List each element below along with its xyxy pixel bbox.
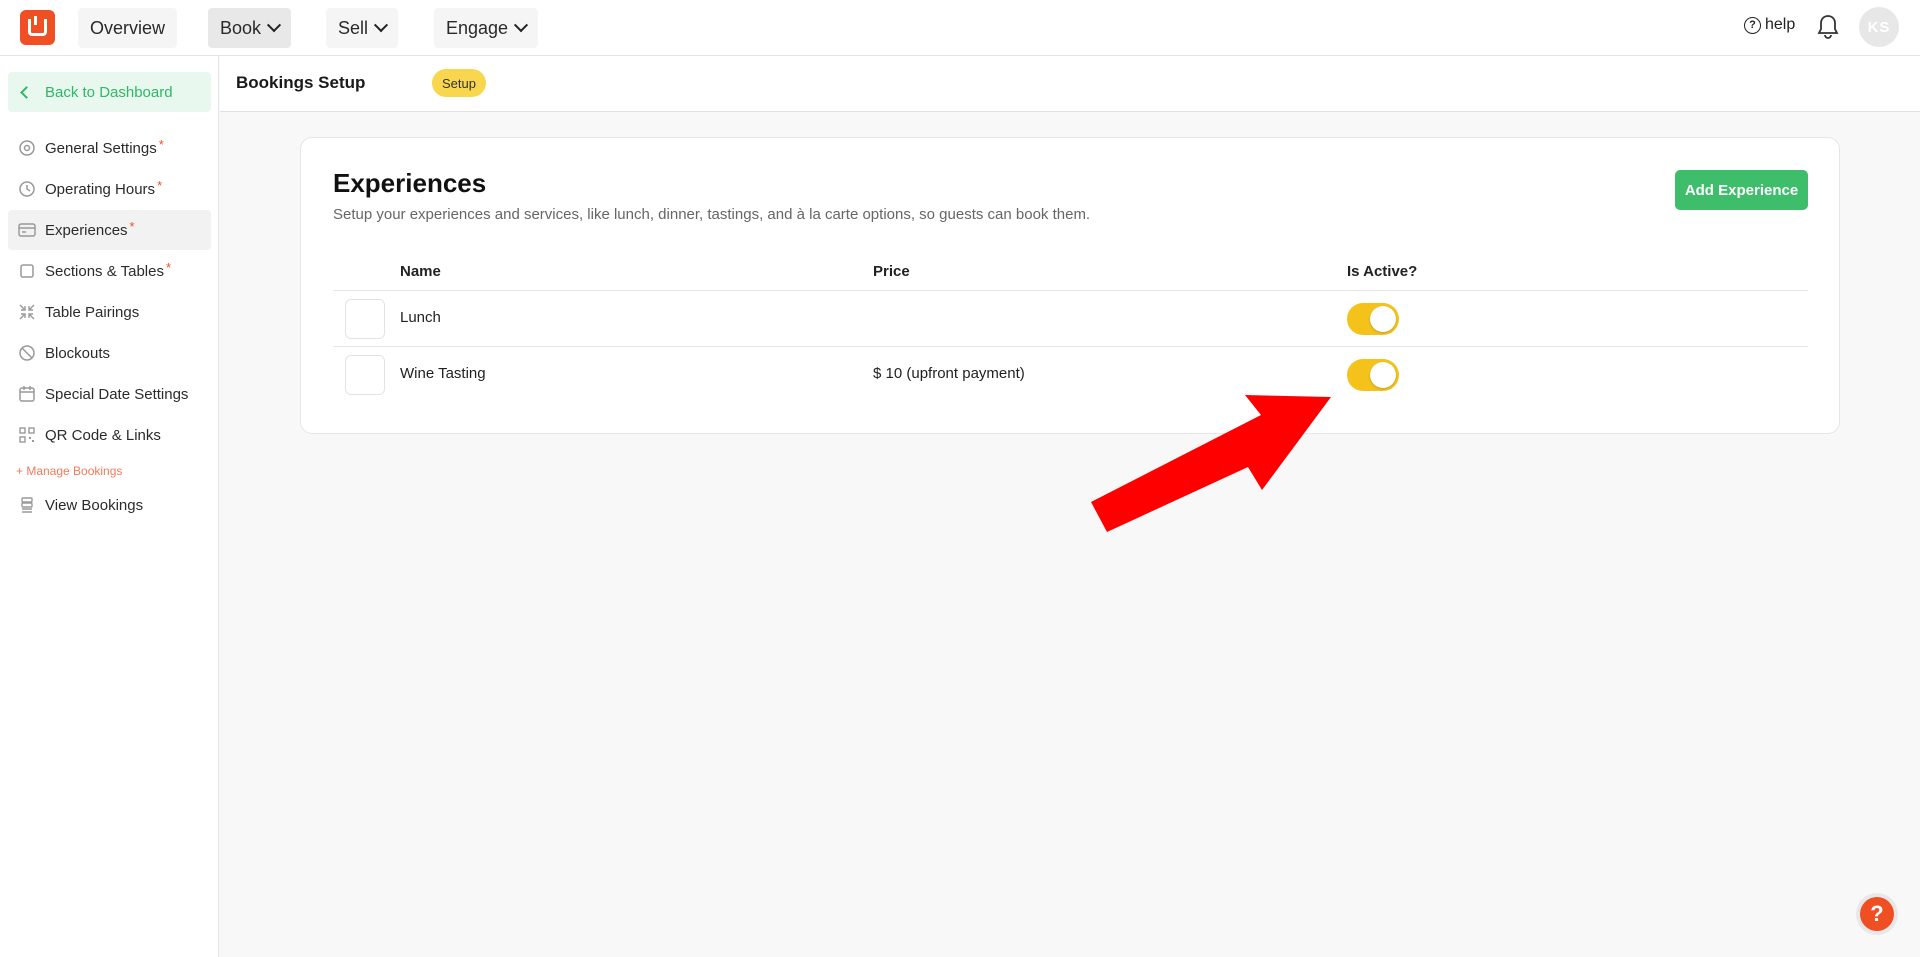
help-link[interactable]: ? help bbox=[1744, 16, 1795, 34]
status-badge: Setup bbox=[432, 69, 486, 97]
nav-overview[interactable]: Overview bbox=[78, 8, 178, 48]
experience-price: $ 10 (upfront payment) bbox=[873, 365, 1025, 382]
sidebar-item-view-bookings[interactable]: View Bookings bbox=[8, 485, 211, 525]
bell-icon[interactable] bbox=[1816, 14, 1840, 40]
experience-name: Lunch bbox=[400, 309, 441, 326]
nav-book-label: Book bbox=[220, 17, 262, 38]
experience-thumbnail bbox=[345, 355, 385, 395]
sidebar-item-label: General Settings bbox=[45, 139, 157, 157]
back-label: Back to Dashboard bbox=[45, 83, 173, 101]
sidebar-item-label: Blockouts bbox=[45, 344, 111, 362]
sidebar-item-label: QR Code & Links bbox=[45, 426, 161, 444]
sidebar-item-general-settings[interactable]: General Settings * bbox=[8, 128, 211, 168]
sidebar-item-qr-code-links[interactable]: QR Code & Links bbox=[8, 415, 211, 455]
page-header: Bookings Setup Setup bbox=[220, 56, 1920, 112]
toggle-knob bbox=[1370, 306, 1396, 332]
nav-sell-label: Sell bbox=[338, 17, 369, 38]
add-experience-button[interactable]: Add Experience bbox=[1675, 170, 1808, 210]
avatar-initials: KS bbox=[1867, 18, 1891, 36]
sidebar-item-blockouts[interactable]: Blockouts bbox=[8, 333, 211, 373]
column-header-active: Is Active? bbox=[1347, 263, 1418, 280]
sidebar-item-experiences[interactable]: Experiences * bbox=[8, 210, 211, 250]
avatar[interactable]: KS bbox=[1859, 7, 1899, 47]
question-icon: ? bbox=[1860, 897, 1894, 931]
required-mark: * bbox=[158, 136, 164, 152]
sidebar: Back to Dashboard General Settings * Oper… bbox=[0, 56, 219, 957]
experience-thumbnail bbox=[345, 299, 385, 339]
section-title: Experiences bbox=[333, 168, 487, 198]
back-to-dashboard-button[interactable]: Back to Dashboard bbox=[8, 72, 211, 112]
experiences-card: Experiences Setup your experiences and s… bbox=[300, 137, 1840, 434]
nav-sell[interactable]: Sell bbox=[326, 8, 399, 48]
chevron-down-icon bbox=[373, 18, 389, 33]
square-icon bbox=[18, 262, 36, 280]
nav-engage[interactable]: Engage bbox=[434, 8, 539, 48]
chevron-down-icon bbox=[266, 18, 282, 33]
stack-icon bbox=[18, 496, 36, 514]
app-logo[interactable] bbox=[20, 10, 55, 45]
sidebar-item-label: Operating Hours bbox=[45, 180, 156, 198]
sidebar-item-sections-tables[interactable]: Sections & Tables * bbox=[8, 251, 211, 291]
nav-book[interactable]: Book bbox=[208, 8, 292, 48]
question-icon: ? bbox=[1744, 16, 1761, 34]
table-row[interactable]: Lunch bbox=[333, 291, 1808, 347]
nav-overview-label: Overview bbox=[90, 17, 166, 38]
qr-icon bbox=[18, 426, 36, 444]
required-mark: * bbox=[129, 218, 135, 234]
sidebar-item-label: Experiences bbox=[45, 221, 128, 239]
experience-name: Wine Tasting bbox=[400, 365, 486, 382]
nav-engage-label: Engage bbox=[446, 17, 509, 38]
manage-bookings-heading: + Manage Bookings bbox=[16, 464, 123, 478]
help-label: help bbox=[1765, 16, 1796, 33]
merge-icon bbox=[18, 303, 36, 321]
page-title: Bookings Setup bbox=[236, 73, 366, 92]
settings-icon bbox=[18, 139, 36, 157]
active-toggle[interactable] bbox=[1347, 303, 1399, 335]
sidebar-item-table-pairings[interactable]: Table Pairings bbox=[8, 292, 211, 332]
chevron-down-icon bbox=[513, 18, 529, 33]
chevron-left-icon bbox=[20, 85, 33, 99]
required-mark: * bbox=[165, 259, 172, 275]
toggle-knob bbox=[1370, 362, 1396, 388]
help-fab-button[interactable]: ? bbox=[1856, 893, 1898, 935]
top-nav: Overview Book Sell Engage ? help KS bbox=[0, 0, 1920, 56]
required-mark: * bbox=[157, 177, 163, 193]
clock-icon bbox=[18, 180, 36, 198]
sidebar-item-label: View Bookings bbox=[45, 496, 144, 514]
column-header-price: Price bbox=[873, 263, 910, 280]
sidebar-item-label: Sections & Tables bbox=[45, 262, 164, 280]
block-icon bbox=[18, 344, 36, 362]
column-header-name: Name bbox=[400, 263, 441, 280]
sidebar-item-label: Table Pairings bbox=[45, 303, 140, 321]
active-toggle[interactable] bbox=[1347, 359, 1399, 391]
sidebar-item-operating-hours[interactable]: Operating Hours * bbox=[8, 169, 211, 209]
table-row[interactable]: Wine Tasting $ 10 (upfront payment) bbox=[333, 347, 1808, 403]
sidebar-item-special-date-settings[interactable]: Special Date Settings bbox=[8, 374, 211, 414]
annotation-arrow-icon bbox=[1091, 395, 1331, 532]
card-icon bbox=[18, 221, 36, 239]
calendar-icon bbox=[18, 385, 36, 403]
section-description: Setup your experiences and services, lik… bbox=[333, 206, 1091, 223]
sidebar-item-label: Special Date Settings bbox=[45, 385, 189, 403]
